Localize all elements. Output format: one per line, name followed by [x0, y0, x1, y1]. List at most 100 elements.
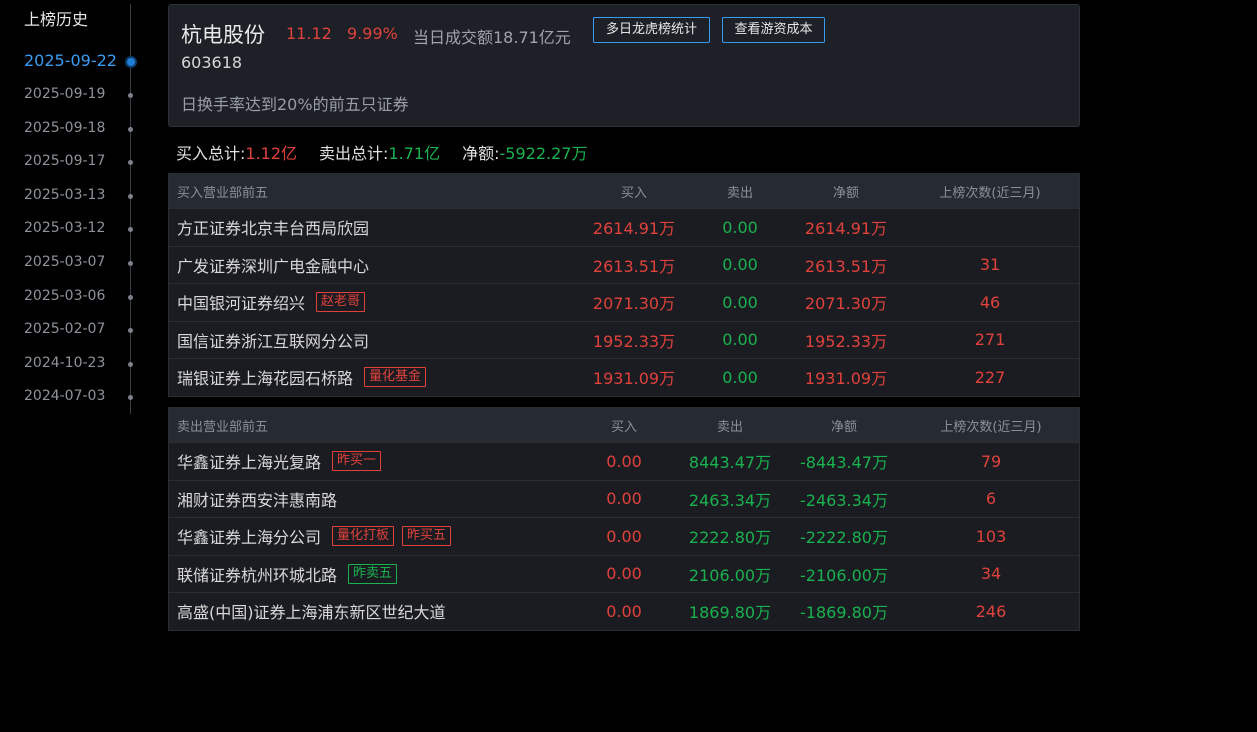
net-cell: -2106.00万	[800, 565, 888, 585]
column-header: 卖出	[716, 419, 743, 435]
broker-tag-badge: 量化基金	[364, 367, 427, 388]
column-header: 净额	[830, 419, 857, 435]
net-cell: -2222.80万	[800, 528, 888, 548]
column-header: 买入营业部前五	[177, 185, 269, 201]
table-row[interactable]: 联储证券杭州环城北路 昨卖五 0.00 2106.00万 -2106.00万 34	[169, 554, 1079, 593]
history-date-item[interactable]: 2025-09-17	[0, 150, 150, 174]
column-header: 买入	[610, 419, 637, 435]
timeline-dot-icon	[128, 362, 133, 367]
history-date-label: 2025-03-13	[24, 187, 106, 203]
history-date-item[interactable]: 2025-03-13	[0, 184, 150, 208]
net-cell: -1869.80万	[800, 603, 888, 623]
history-date-item[interactable]: 2025-09-22	[0, 50, 150, 74]
buy-total-label: 买入总计:	[176, 144, 246, 163]
history-date-item[interactable]: 2025-03-06	[0, 285, 150, 309]
count-cell: 79	[980, 451, 1002, 471]
history-date-item[interactable]: 2025-09-18	[0, 117, 150, 141]
table-row[interactable]: 湘财证券西安沣惠南路 0.00 2463.34万 -2463.34万 6	[169, 479, 1079, 518]
broker-name[interactable]: 华鑫证券上海分公司	[177, 524, 321, 548]
history-date-label: 2024-10-23	[24, 355, 106, 371]
column-header: 上榜次数(近三月)	[939, 185, 1041, 201]
broker-name[interactable]: 中国银河证券绍兴	[177, 290, 305, 314]
count-cell: 34	[980, 564, 1002, 584]
net-cell: 2613.51万	[804, 256, 888, 276]
broker-tag-badge: 昨卖五	[348, 563, 398, 584]
count-cell: 103	[975, 526, 1007, 546]
broker-tag-badge: 昨买一	[332, 451, 382, 472]
count-cell: 31	[979, 255, 1001, 275]
timeline-dot-icon	[128, 328, 133, 333]
count-cell	[920, 209, 1060, 246]
totals-summary: 买入总计:1.12亿 卖出总计:1.71亿 净额:-5922.27万	[176, 140, 587, 164]
stock-turnover: 当日成交额18.71亿元	[413, 28, 571, 47]
broker-name[interactable]: 国信证券浙江互联网分公司	[177, 328, 369, 352]
broker-cell: 方正证券北京丰台西局欣园	[177, 209, 369, 246]
history-title: 上榜历史	[24, 10, 89, 29]
history-date-label: 2025-09-22	[24, 51, 117, 70]
table-row[interactable]: 中国银河证券绍兴 赵老哥 2071.30万 0.00 2071.30万 46	[169, 283, 1079, 321]
count-cell: 271	[974, 330, 1006, 350]
multi-day-lhb-button[interactable]: 多日龙虎榜统计	[593, 17, 710, 43]
broker-name[interactable]: 广发证券深圳广电金融中心	[177, 253, 369, 277]
history-date-item[interactable]: 2025-03-07	[0, 251, 150, 275]
broker-cell: 高盛(中国)证券上海浦东新区世纪大道	[177, 593, 446, 630]
history-date-item[interactable]: 2025-02-07	[0, 318, 150, 342]
broker-name[interactable]: 联储证券杭州环城北路	[177, 562, 337, 586]
table-row[interactable]: 方正证券北京丰台西局欣园 2614.91万 0.00 2614.91万	[169, 208, 1079, 246]
timeline-dot-icon	[128, 261, 133, 266]
net-total-value: -5922.27万	[499, 144, 588, 163]
table-row[interactable]: 国信证券浙江互联网分公司 1952.33万 0.00 1952.33万 271	[169, 320, 1079, 359]
buy-brokers-table: 买入营业部前五 买入 卖出 净额 上榜次数(近三月) 方正证券北京丰台西局欣园 2614.9…	[168, 173, 1080, 397]
buy-total-value: 1.12亿	[245, 144, 298, 163]
stock-name: 杭电股份	[181, 23, 265, 47]
history-date-label: 2025-09-19	[24, 86, 106, 102]
broker-name[interactable]: 高盛(中国)证券上海浦东新区世纪大道	[177, 599, 446, 623]
timeline-dot-icon	[128, 93, 133, 98]
sell-total-label: 卖出总计:	[319, 144, 389, 163]
broker-tag-badge: 赵老哥	[316, 292, 366, 313]
timeline-dot-icon	[128, 160, 133, 165]
stock-change-percent: 9.99%	[347, 24, 398, 43]
net-total-label: 净额:	[462, 144, 500, 163]
history-date-label: 2025-02-07	[24, 321, 106, 337]
count-cell: 6	[985, 489, 997, 509]
column-header: 净额	[832, 185, 859, 201]
history-date-label: 2025-03-12	[24, 220, 106, 236]
history-date-item[interactable]: 2024-10-23	[0, 352, 150, 376]
broker-name[interactable]: 瑞银证券上海花园石桥路	[177, 365, 353, 389]
broker-cell: 联储证券杭州环城北路 昨卖五	[177, 556, 398, 593]
table-row[interactable]: 瑞银证券上海花园石桥路 量化基金 1931.09万 0.00 1931.09万 227	[169, 358, 1079, 396]
broker-tag-badge: 量化打板	[332, 526, 395, 547]
count-cell: 246	[975, 601, 1007, 621]
history-date-item[interactable]: 2025-09-19	[0, 83, 150, 107]
broker-cell: 广发证券深圳广电金融中心	[177, 247, 369, 284]
hot-money-cost-button[interactable]: 查看游资成本	[722, 17, 825, 43]
timeline-dot-icon	[128, 227, 133, 232]
history-date-item[interactable]: 2025-03-12	[0, 217, 150, 241]
history-date-label: 2025-09-18	[24, 120, 106, 136]
broker-name[interactable]: 华鑫证券上海光复路	[177, 449, 321, 473]
table-row[interactable]: 高盛(中国)证券上海浦东新区世纪大道 0.00 1869.80万 -1869.80万 2…	[169, 592, 1079, 630]
net-cell: -2463.34万	[800, 490, 888, 510]
timeline-dot-icon	[128, 127, 133, 132]
table-row[interactable]: 华鑫证券上海分公司 量化打板 昨买五 0.00 2222.80万 -2222.80万 103	[169, 517, 1079, 555]
net-cell: -8443.47万	[800, 453, 888, 473]
table-header: 卖出营业部前五 买入 卖出 净额 上榜次数(近三月)	[169, 408, 1079, 442]
history-sidebar: 上榜历史 2025-09-22 2025-09-19 2025-09-18 2025-…	[0, 0, 150, 420]
broker-cell: 中国银河证券绍兴 赵老哥	[177, 284, 366, 321]
stock-code: 603618	[181, 53, 243, 72]
broker-name[interactable]: 湘财证券西安沣惠南路	[177, 487, 337, 511]
count-cell: 227	[974, 367, 1006, 387]
net-cell: 2071.30万	[804, 294, 888, 314]
broker-cell: 湘财证券西安沣惠南路	[177, 481, 337, 518]
broker-name[interactable]: 方正证券北京丰台西局欣园	[177, 215, 369, 239]
table-row[interactable]: 华鑫证券上海光复路 昨买一 0.00 8443.47万 -8443.47万 79	[169, 442, 1079, 480]
table-row[interactable]: 广发证券深圳广电金融中心 2613.51万 0.00 2613.51万 31	[169, 245, 1079, 284]
history-date-label: 2025-03-06	[24, 288, 106, 304]
column-header: 买入	[620, 185, 647, 201]
net-cell: 1952.33万	[804, 331, 888, 351]
broker-tag-badge: 昨买五	[402, 526, 452, 547]
history-date-item[interactable]: 2024-07-03	[0, 385, 150, 409]
history-date-label: 2025-09-17	[24, 153, 106, 169]
broker-cell: 华鑫证券上海光复路 昨买一	[177, 443, 382, 480]
